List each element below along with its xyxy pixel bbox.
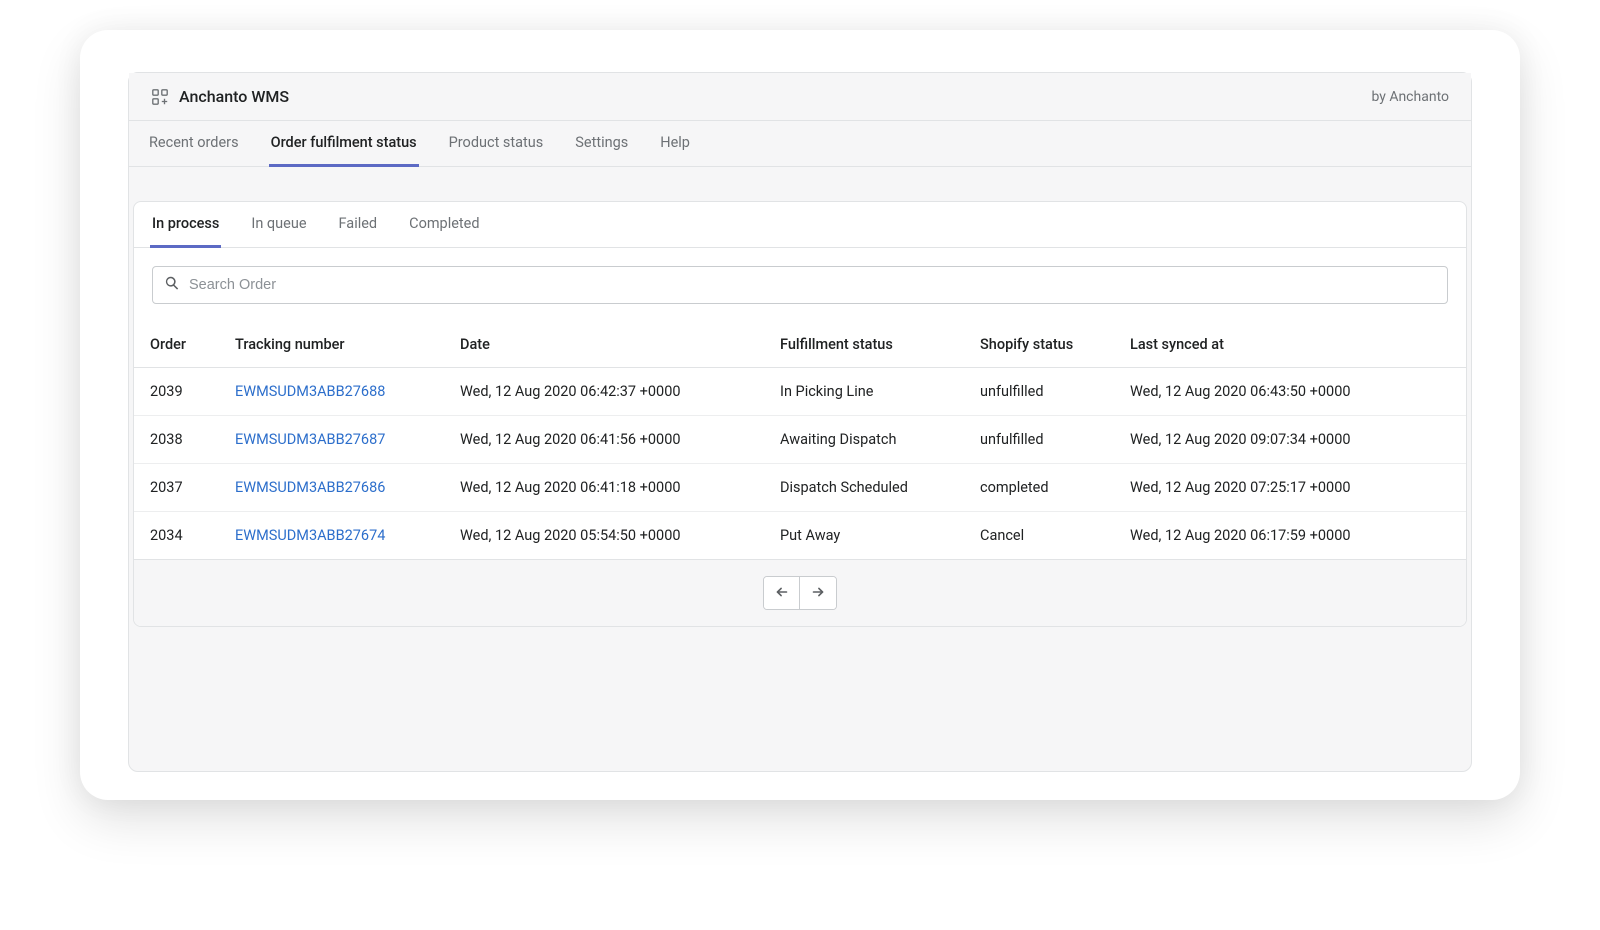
cell-order: 2037 bbox=[134, 464, 219, 512]
search-wrap bbox=[134, 248, 1466, 322]
panel-header: Anchanto WMS by Anchanto bbox=[129, 73, 1471, 121]
main-tabs: Recent orders Order fulfilment status Pr… bbox=[129, 121, 1471, 167]
cell-last-synced: Wed, 12 Aug 2020 06:17:59 +0000 bbox=[1114, 512, 1466, 560]
orders-card: In process In queue Failed Completed bbox=[133, 201, 1467, 627]
cell-order: 2034 bbox=[134, 512, 219, 560]
cell-last-synced: Wed, 12 Aug 2020 06:43:50 +0000 bbox=[1114, 368, 1466, 416]
col-header-fulfillment-status: Fulfillment status bbox=[764, 322, 964, 368]
table-header-row: Order Tracking number Date Fulfillment s… bbox=[134, 322, 1466, 368]
next-page-button[interactable] bbox=[800, 577, 836, 609]
col-header-date: Date bbox=[444, 322, 764, 368]
cell-date: Wed, 12 Aug 2020 06:41:18 +0000 bbox=[444, 464, 764, 512]
header-left: Anchanto WMS bbox=[151, 87, 289, 106]
search-icon bbox=[163, 274, 181, 296]
col-header-tracking: Tracking number bbox=[219, 322, 444, 368]
app-title: Anchanto WMS bbox=[179, 87, 289, 106]
cell-fulfillment-status: In Picking Line bbox=[764, 368, 964, 416]
table-row: 2038 EWMSUDM3ABB27687 Wed, 12 Aug 2020 0… bbox=[134, 416, 1466, 464]
tab-recent-orders[interactable]: Recent orders bbox=[147, 121, 241, 167]
pager-row bbox=[134, 559, 1466, 626]
sub-tabs: In process In queue Failed Completed bbox=[134, 202, 1466, 248]
cell-date: Wed, 12 Aug 2020 05:54:50 +0000 bbox=[444, 512, 764, 560]
table-row: 2039 EWMSUDM3ABB27688 Wed, 12 Aug 2020 0… bbox=[134, 368, 1466, 416]
cell-shopify-status: unfulfilled bbox=[964, 416, 1114, 464]
tab-product-status[interactable]: Product status bbox=[447, 121, 546, 167]
tracking-link[interactable]: EWMSUDM3ABB27674 bbox=[235, 527, 385, 544]
tab-settings[interactable]: Settings bbox=[573, 121, 630, 167]
tab-help[interactable]: Help bbox=[658, 121, 692, 167]
tracking-link[interactable]: EWMSUDM3ABB27688 bbox=[235, 383, 385, 400]
prev-page-button[interactable] bbox=[764, 577, 800, 609]
cell-shopify-status: completed bbox=[964, 464, 1114, 512]
cell-date: Wed, 12 Aug 2020 06:42:37 +0000 bbox=[444, 368, 764, 416]
vendor-label: by Anchanto bbox=[1371, 89, 1449, 105]
tracking-link[interactable]: EWMSUDM3ABB27686 bbox=[235, 479, 385, 496]
embedded-app-card: Anchanto WMS by Anchanto Recent orders O… bbox=[80, 30, 1520, 800]
orders-table: Order Tracking number Date Fulfillment s… bbox=[134, 322, 1466, 559]
tab-order-fulfilment-status[interactable]: Order fulfilment status bbox=[269, 121, 419, 167]
cell-shopify-status: unfulfilled bbox=[964, 368, 1114, 416]
col-header-last-synced: Last synced at bbox=[1114, 322, 1466, 368]
cell-last-synced: Wed, 12 Aug 2020 07:25:17 +0000 bbox=[1114, 464, 1466, 512]
app-panel: Anchanto WMS by Anchanto Recent orders O… bbox=[128, 72, 1472, 772]
arrow-left-icon bbox=[773, 583, 791, 604]
search-box[interactable] bbox=[152, 266, 1448, 304]
subtab-completed[interactable]: Completed bbox=[407, 202, 481, 248]
col-header-shopify-status: Shopify status bbox=[964, 322, 1114, 368]
app-icon bbox=[151, 88, 169, 106]
table-row: 2037 EWMSUDM3ABB27686 Wed, 12 Aug 2020 0… bbox=[134, 464, 1466, 512]
pager bbox=[763, 576, 837, 610]
search-input[interactable] bbox=[189, 277, 1437, 293]
subtab-failed[interactable]: Failed bbox=[337, 202, 380, 248]
cell-order: 2038 bbox=[134, 416, 219, 464]
arrow-right-icon bbox=[809, 583, 827, 604]
cell-order: 2039 bbox=[134, 368, 219, 416]
cell-fulfillment-status: Dispatch Scheduled bbox=[764, 464, 964, 512]
cell-date: Wed, 12 Aug 2020 06:41:56 +0000 bbox=[444, 416, 764, 464]
tracking-link[interactable]: EWMSUDM3ABB27687 bbox=[235, 431, 385, 448]
cell-fulfillment-status: Put Away bbox=[764, 512, 964, 560]
content-area: In process In queue Failed Completed bbox=[129, 167, 1471, 771]
col-header-order: Order bbox=[134, 322, 219, 368]
subtab-in-queue[interactable]: In queue bbox=[249, 202, 308, 248]
cell-last-synced: Wed, 12 Aug 2020 09:07:34 +0000 bbox=[1114, 416, 1466, 464]
subtab-in-process[interactable]: In process bbox=[150, 202, 221, 248]
cell-fulfillment-status: Awaiting Dispatch bbox=[764, 416, 964, 464]
table-row: 2034 EWMSUDM3ABB27674 Wed, 12 Aug 2020 0… bbox=[134, 512, 1466, 560]
cell-shopify-status: Cancel bbox=[964, 512, 1114, 560]
